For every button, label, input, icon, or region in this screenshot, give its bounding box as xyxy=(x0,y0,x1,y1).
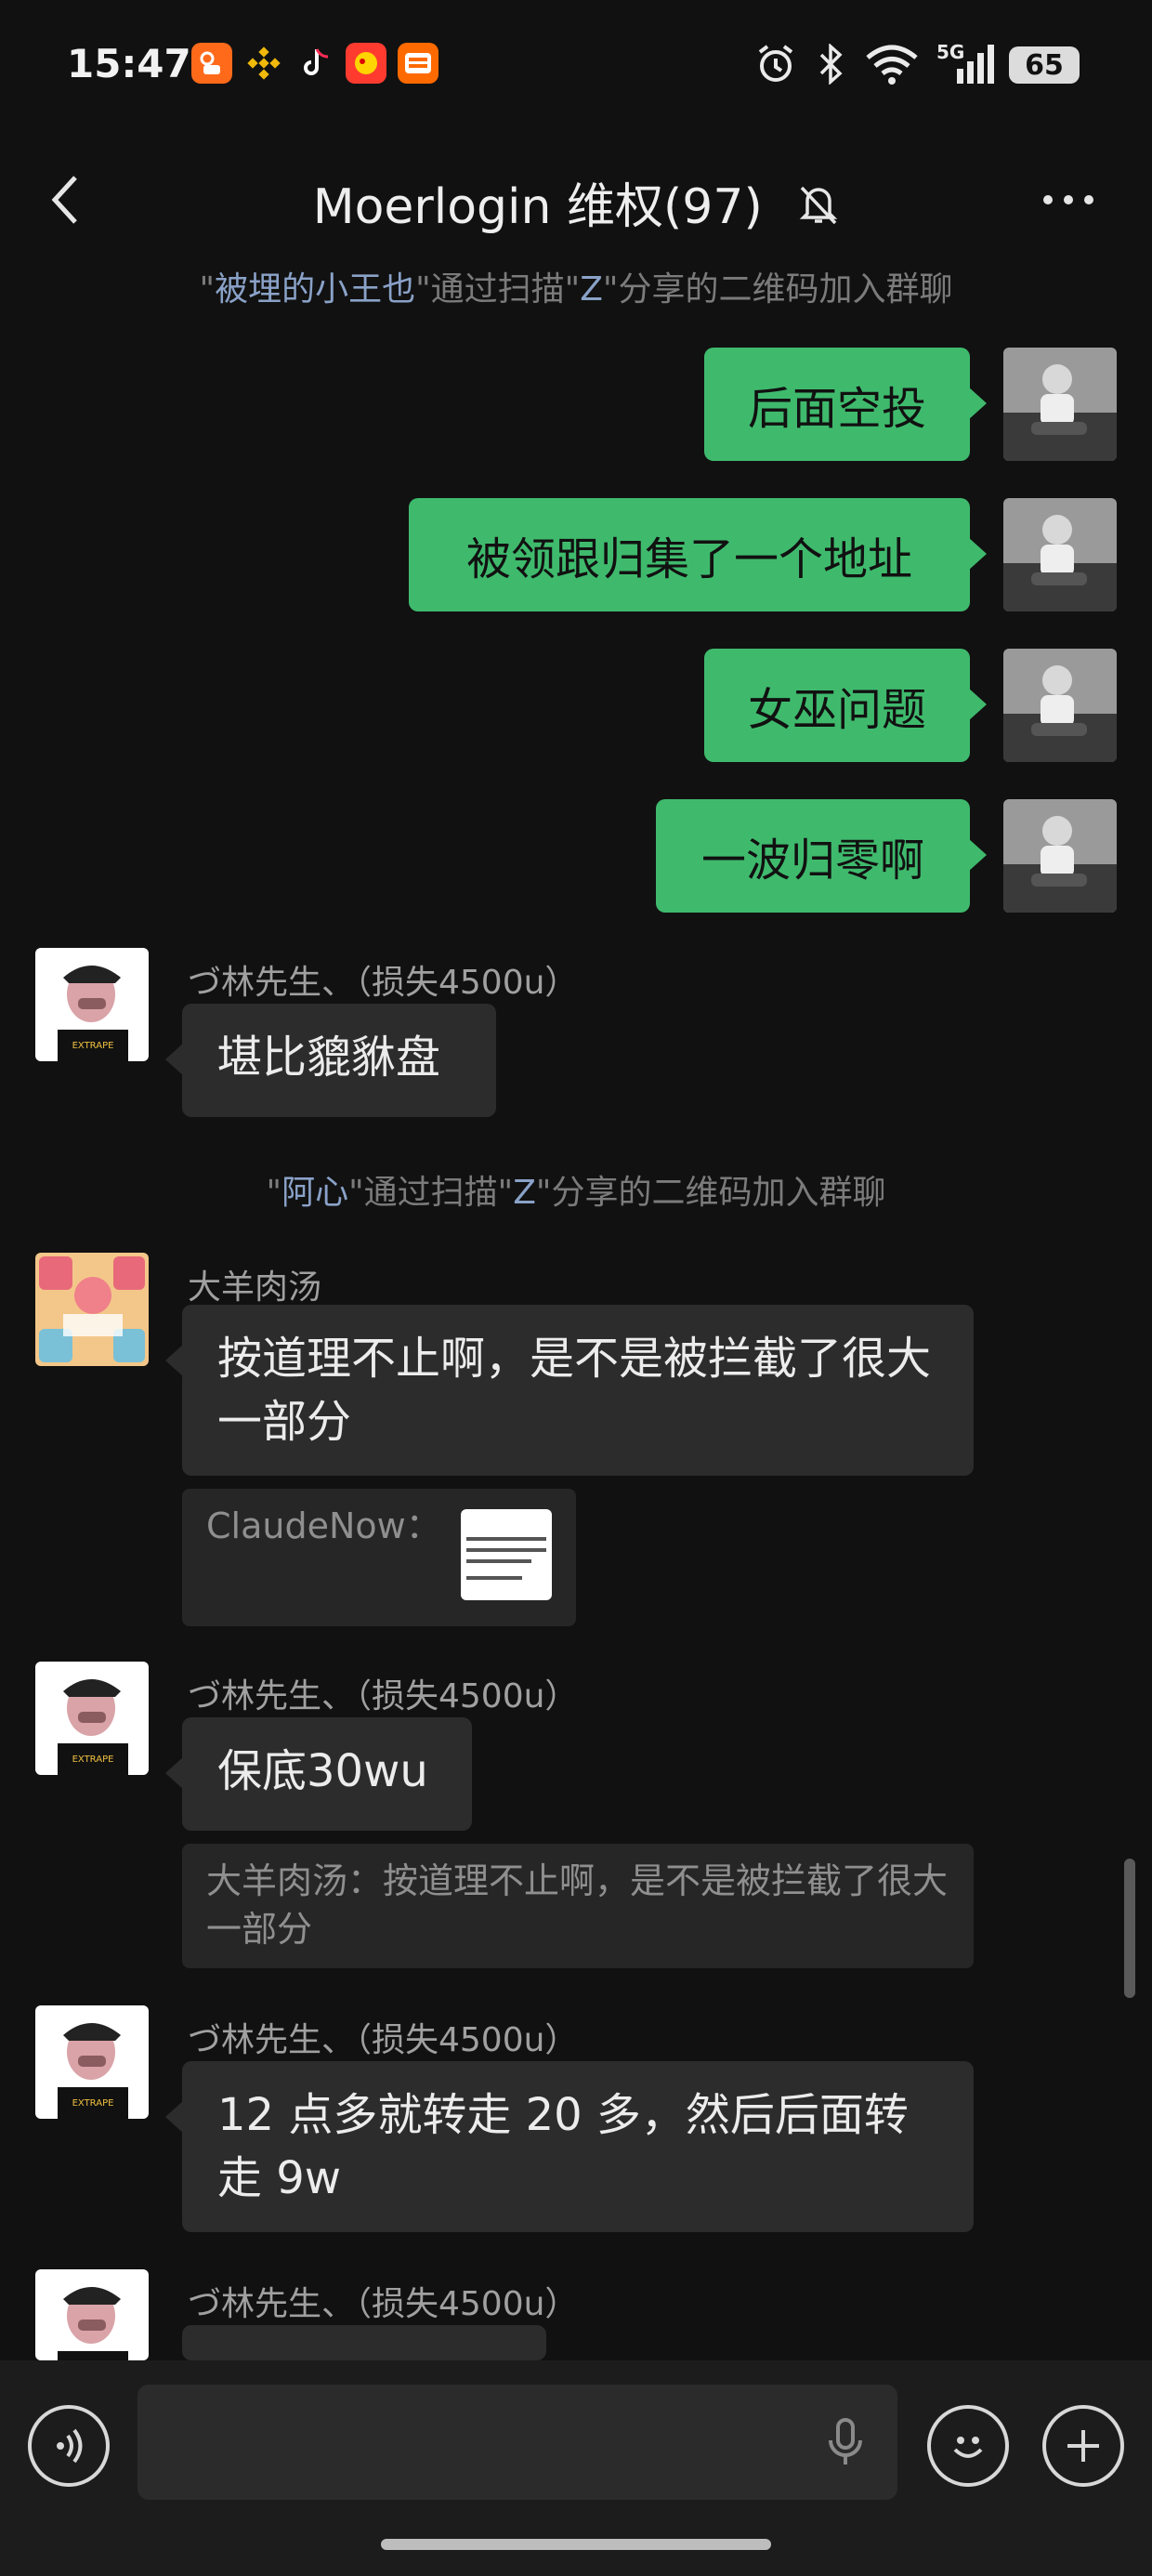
quoted-message[interactable]: ClaudeNow： xyxy=(182,1489,576,1626)
plus-button[interactable] xyxy=(1042,2405,1124,2487)
sender-name: づ林先生、（损失4500u） xyxy=(188,964,579,1002)
message-text: 一波归零啊 xyxy=(700,835,924,887)
taobao-icon xyxy=(398,43,439,84)
svg-text:EXTRAPE: EXTRAPE xyxy=(72,1041,114,1051)
chat-title: Moerlogin 维权(97) xyxy=(0,167,1152,239)
status-time: 15:47 xyxy=(67,41,191,86)
notice-inviter-name[interactable]: Z xyxy=(580,270,603,309)
red-app-icon xyxy=(346,43,386,84)
message-text: 12 点多就转走 20 多，然后后面转走 9w xyxy=(217,2089,909,2204)
my-avatar[interactable] xyxy=(1003,799,1117,913)
binance-icon xyxy=(243,43,284,84)
mute-bell-icon xyxy=(798,182,839,239)
incoming-message[interactable]: 按道理不止啊，是不是被拦截了很大一部分 xyxy=(165,1305,974,1476)
incoming-message[interactable]: 保底30wu xyxy=(165,1717,472,1831)
outgoing-message[interactable]: 后面空投 xyxy=(704,348,987,461)
home-indicator[interactable] xyxy=(381,2539,771,2550)
notice-inviter-name[interactable]: Z xyxy=(513,1174,536,1212)
message-text: 保底30wu xyxy=(217,1745,428,1797)
sender-name: づ林先生、（损失4500u） xyxy=(188,2285,579,2323)
network-label: 5G xyxy=(936,41,965,63)
message-text: 堪比貔貅盘 xyxy=(217,1032,441,1084)
scrollbar[interactable] xyxy=(1124,1859,1135,1998)
my-avatar[interactable] xyxy=(1003,498,1117,611)
message-text: 后面空投 xyxy=(747,383,926,435)
notice-user-name[interactable]: 阿心 xyxy=(281,1174,348,1212)
outgoing-message[interactable]: 女巫问题 xyxy=(704,649,987,762)
more-button[interactable] xyxy=(1031,177,1106,223)
message-text: 按道理不止啊，是不是被拦截了很大一部分 xyxy=(217,1333,932,1448)
kuaishou-icon xyxy=(191,43,232,84)
mic-icon[interactable] xyxy=(818,2414,873,2470)
voice-button[interactable] xyxy=(28,2405,110,2487)
alarm-icon xyxy=(751,39,801,89)
sender-avatar[interactable]: EXTRAPE xyxy=(35,948,149,1061)
message-input[interactable] xyxy=(137,2385,897,2500)
my-avatar[interactable] xyxy=(1003,348,1117,461)
sender-avatar[interactable] xyxy=(35,1253,149,1366)
outgoing-message[interactable]: 一波归零啊 xyxy=(656,799,987,913)
sender-name: づ林先生、（损失4500u） xyxy=(188,2021,579,2059)
notice-user-name[interactable]: 被埋的小王也 xyxy=(215,270,415,309)
quote-image-thumbnail[interactable] xyxy=(461,1509,552,1600)
sender-avatar[interactable]: EXTRAPE xyxy=(35,2005,149,2119)
wifi-icon xyxy=(862,39,922,89)
plus-icon xyxy=(1067,2430,1099,2462)
chat-title-text: Moerlogin 维权(97) xyxy=(312,179,763,235)
message-text: 被领跟归集了一个地址 xyxy=(465,533,912,585)
sender-avatar[interactable]: EXTRAPE xyxy=(35,1662,149,1775)
quoted-message[interactable]: 大羊肉汤：按道理不止啊，是不是被拦截了很大一部分 xyxy=(182,1844,974,1968)
signal-icon: 5G xyxy=(933,39,998,89)
outgoing-message[interactable]: 被领跟归集了一个地址 xyxy=(409,498,987,611)
sender-avatar[interactable] xyxy=(35,2269,149,2360)
svg-text:EXTRAPE: EXTRAPE xyxy=(72,1755,114,1765)
bluetooth-icon xyxy=(812,39,849,89)
incoming-message[interactable] xyxy=(165,2325,546,2398)
emoji-icon xyxy=(953,2437,983,2458)
more-dots-icon xyxy=(1043,195,1093,204)
incoming-message[interactable]: 12 点多就转走 20 多，然后后面转走 9w xyxy=(165,2061,974,2232)
quote-text: ClaudeNow： xyxy=(206,1505,441,1546)
sender-name: づ林先生、（损失4500u） xyxy=(188,1677,579,1715)
system-notice: "阿心"通过扫描"Z"分享的二维码加入群聊 xyxy=(266,1174,886,1212)
system-notice: "被埋的小王也"通过扫描"Z"分享的二维码加入群聊 xyxy=(199,270,953,309)
quote-text: 大羊肉汤：按道理不止啊，是不是被拦截了很大一部分 xyxy=(206,1860,949,1950)
battery-indicator: 65 xyxy=(1009,46,1080,84)
my-avatar[interactable] xyxy=(1003,649,1117,762)
sender-name: 大羊肉汤 xyxy=(188,1268,322,1307)
svg-text:EXTRAPE: EXTRAPE xyxy=(72,2098,114,2109)
tiktok-icon xyxy=(295,43,336,84)
voice-icon xyxy=(57,2428,83,2464)
message-text: 女巫问题 xyxy=(747,684,926,736)
emoji-button[interactable] xyxy=(927,2405,1009,2487)
incoming-message[interactable]: 堪比貔貅盘 xyxy=(165,1004,496,1117)
